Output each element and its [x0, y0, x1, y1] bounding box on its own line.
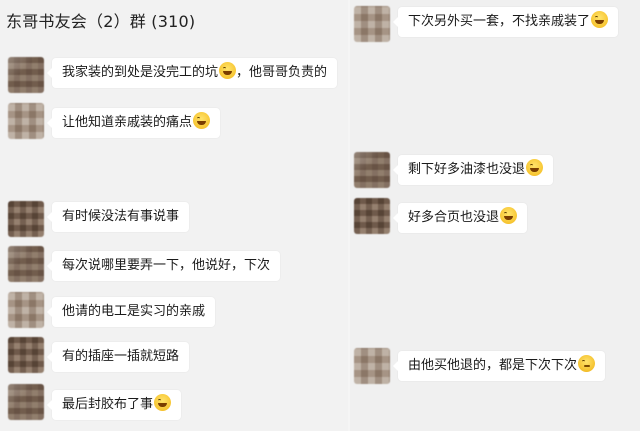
message-text: 我家装的到处是没完工的坑 — [62, 65, 219, 80]
message-bubble[interactable]: 让他知道亲戚装的痛点 — [46, 108, 221, 138]
message-text: 有的插座一插就短路 — [62, 349, 180, 364]
group-chat-title[interactable]: 东哥书友会（2）群 (310) — [6, 8, 195, 32]
sender-avatar[interactable] — [354, 198, 390, 234]
message-text: 让他知道亲戚装的痛点 — [62, 115, 193, 130]
message-bubble[interactable]: 由他买他退的，都是下次下次 — [392, 351, 606, 381]
sender-avatar[interactable] — [8, 384, 44, 420]
message-text: 剩下好多油漆也没退 — [408, 162, 526, 177]
laugh-cry-emoji-icon — [591, 11, 609, 28]
sender-avatar[interactable] — [8, 246, 44, 282]
message-bubble[interactable]: 有时候没法有事说事 — [46, 202, 190, 232]
message-text: ，他哥哥负责的 — [236, 65, 328, 80]
laugh-cry-emoji-icon — [193, 112, 211, 129]
message-text: 下次另外买一套，不找亲戚装了 — [408, 14, 591, 29]
sender-avatar[interactable] — [8, 292, 44, 328]
sender-avatar[interactable] — [354, 348, 390, 384]
message-text: 最后封胶布了事 — [62, 397, 154, 412]
message-text: 好多合页也没退 — [408, 210, 500, 225]
message-bubble[interactable]: 最后封胶布了事 — [46, 390, 182, 420]
message-bubble[interactable]: 剩下好多油漆也没退 — [392, 155, 554, 185]
sender-avatar[interactable] — [354, 6, 390, 42]
left-chat-panel: 东哥书友会（2）群 (310) 我家装的到处是没完工的坑 ，他哥哥负责的 让他知道… — [0, 0, 348, 431]
laugh-cry-emoji-icon — [219, 62, 237, 79]
message-bubble[interactable]: 我家装的到处是没完工的坑 ，他哥哥负责的 — [46, 58, 338, 88]
message-text: 由他买他退的，都是下次下次 — [408, 358, 578, 373]
message-bubble[interactable]: 有的插座一插就短路 — [46, 342, 190, 372]
message-bubble[interactable]: 下次另外买一套，不找亲戚装了 — [392, 7, 619, 37]
message-text: 他请的电工是实习的亲戚 — [62, 304, 206, 319]
message-text: 有时候没法有事说事 — [62, 209, 180, 224]
message-bubble[interactable]: 好多合页也没退 — [392, 203, 528, 233]
laugh-cry-emoji-icon — [154, 394, 172, 411]
laugh-cry-emoji-icon — [526, 159, 544, 176]
sender-avatar[interactable] — [8, 201, 44, 237]
laugh-cry-emoji-icon — [500, 207, 518, 224]
sender-avatar[interactable] — [8, 337, 44, 373]
message-text: 每次说哪里要弄一下，他说好，下次 — [62, 258, 271, 273]
message-bubble[interactable]: 他请的电工是实习的亲戚 — [46, 297, 216, 327]
right-chat-panel: 下次另外买一套，不找亲戚装了 剩下好多油漆也没退 好多合页也没退 由他买他退的，… — [350, 0, 640, 431]
thinking-emoji-icon — [578, 355, 596, 372]
sender-avatar[interactable] — [354, 152, 390, 188]
sender-avatar[interactable] — [8, 57, 44, 93]
message-bubble[interactable]: 每次说哪里要弄一下，他说好，下次 — [46, 251, 281, 281]
chat-header: 东哥书友会（2）群 (310) — [0, 0, 348, 40]
sender-avatar[interactable] — [8, 103, 44, 139]
